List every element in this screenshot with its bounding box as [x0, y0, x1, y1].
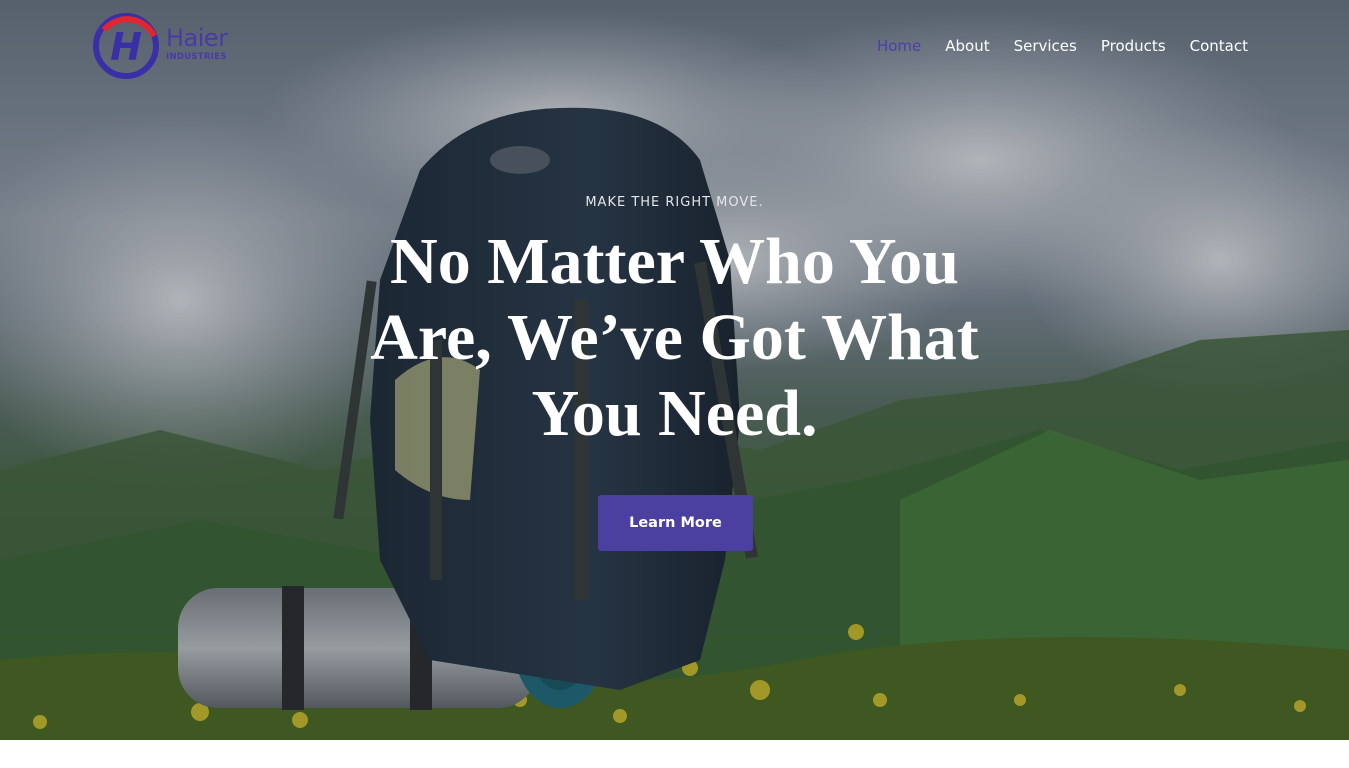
brand-name: Haier: [166, 24, 228, 52]
svg-text:H: H: [110, 25, 142, 69]
main-navigation: Home About Services Products Contact: [877, 36, 1248, 56]
nav-item-home[interactable]: Home: [877, 36, 921, 56]
nav-item-services[interactable]: Services: [1014, 36, 1077, 56]
learn-more-button[interactable]: Learn More: [598, 495, 753, 551]
hero-section: H Haier INDUSTRIES Home About Services P…: [0, 0, 1349, 740]
hero-headline: No Matter Who You Are, We’ve Got What Yo…: [370, 225, 979, 450]
hero-tagline: MAKE THE RIGHT MOVE.: [585, 195, 764, 210]
h-circle-logo-icon: H: [93, 13, 159, 79]
brand-logo[interactable]: H Haier INDUSTRIES: [92, 10, 232, 82]
nav-item-products[interactable]: Products: [1101, 36, 1166, 56]
nav-item-about[interactable]: About: [945, 36, 989, 56]
nav-item-contact[interactable]: Contact: [1190, 36, 1248, 56]
brand-subtitle: INDUSTRIES: [166, 52, 227, 62]
